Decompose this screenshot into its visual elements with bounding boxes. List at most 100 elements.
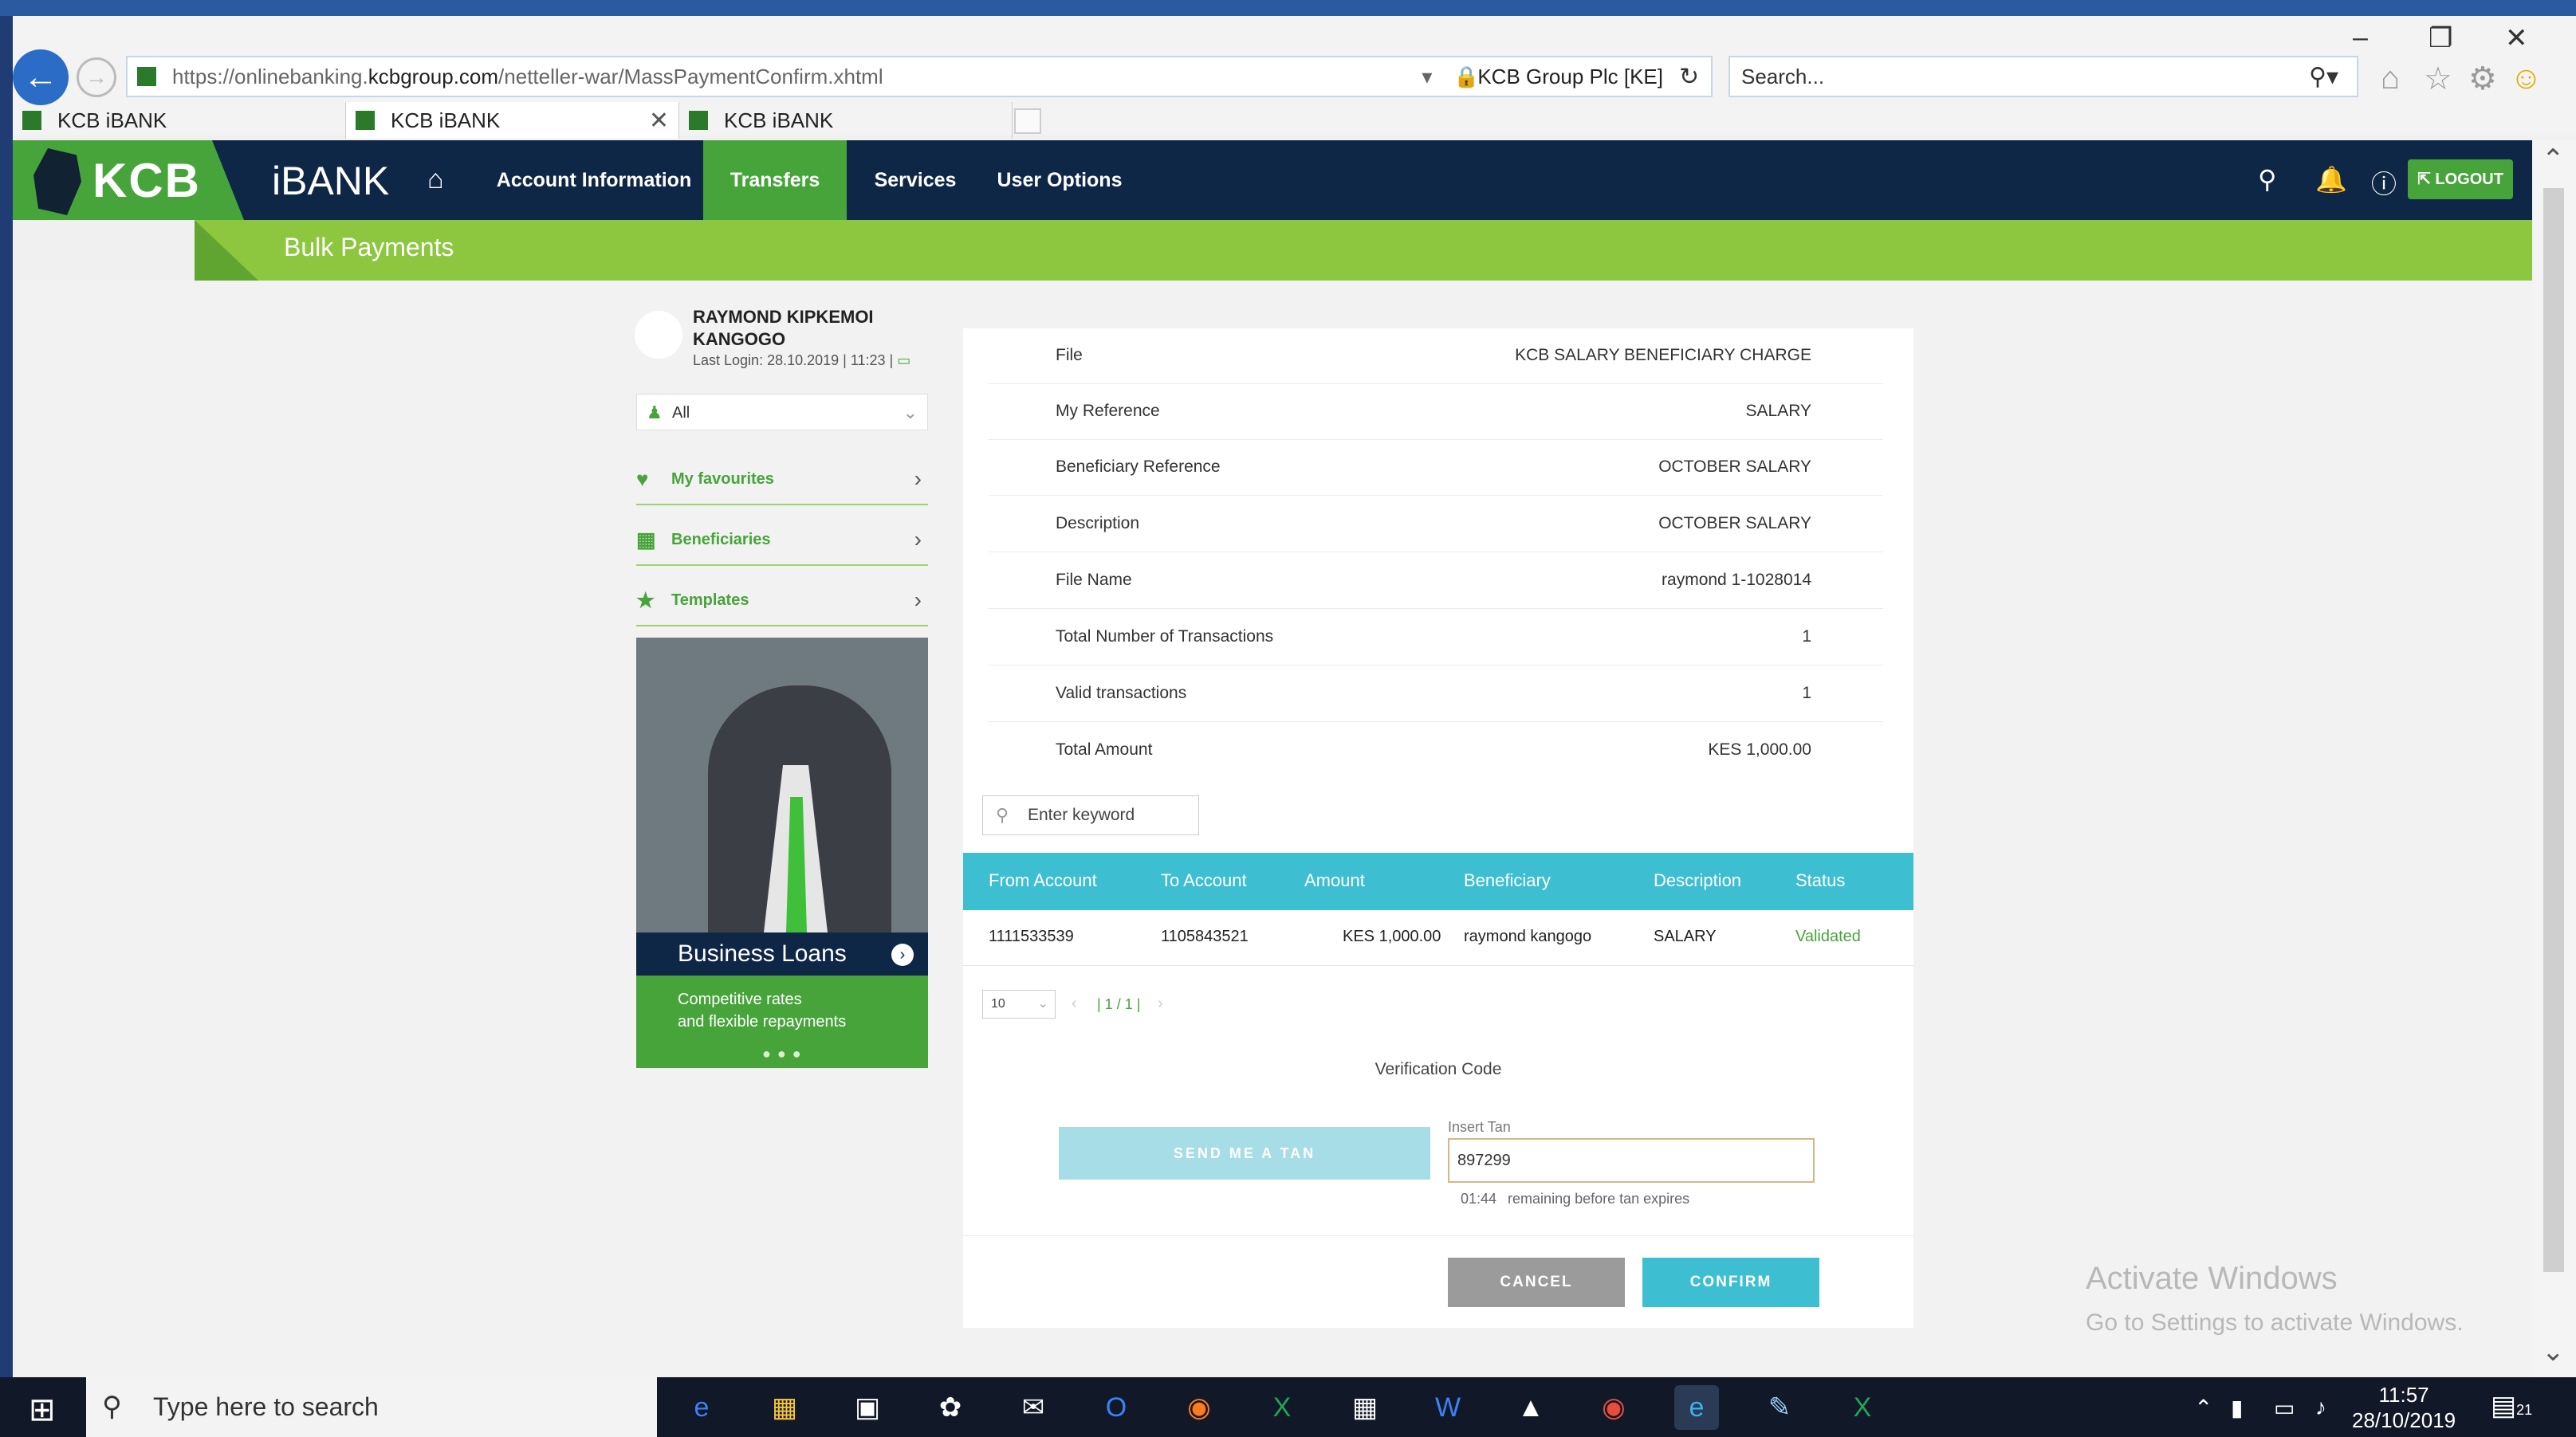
cancel-button[interactable]: CANCEL (1448, 1258, 1625, 1307)
chrome-icon[interactable]: ◉ (1591, 1385, 1636, 1430)
notepad-icon[interactable]: ✎ (1757, 1385, 1802, 1430)
smiley-icon[interactable]: ☺ (2510, 61, 2543, 96)
star-icon[interactable]: ☆ (2424, 61, 2452, 97)
browser-tab[interactable]: KCB iBANK (13, 102, 346, 139)
restore-icon[interactable]: ❐ (2429, 22, 2452, 54)
nav-account-information[interactable]: Account Information (478, 140, 710, 220)
notification-icon[interactable]: ▤21 (2491, 1390, 2532, 1422)
paint-icon[interactable]: ✿ (928, 1385, 973, 1430)
detail-row: Total Amount KES 1,000.00 (1056, 740, 1811, 759)
star-icon: ★ (636, 588, 655, 612)
column-header[interactable]: Amount (1304, 870, 1365, 891)
chevron-down-icon: ⌄ (1037, 997, 1048, 1011)
store-icon[interactable]: ▣ (845, 1385, 890, 1430)
heart-icon: ♥ (636, 467, 649, 491)
taskbar-search-input[interactable]: ⚲ Type here to search (86, 1377, 657, 1437)
column-header[interactable]: Description (1654, 870, 1741, 891)
search-icon: ⚲ (102, 1392, 122, 1422)
mail-icon[interactable]: ✉ (1011, 1385, 1056, 1430)
promo-subtitle: Competitive rates and flexible repayment… (678, 991, 847, 1031)
windows-start-icon[interactable]: ⊞ (29, 1392, 56, 1428)
column-header[interactable]: Status (1795, 870, 1845, 891)
sidebar-item-beneficiaries[interactable]: ▦ Beneficiaries › (636, 513, 928, 566)
column-header[interactable]: From Account (989, 870, 1097, 891)
excel-icon[interactable]: X (1260, 1385, 1304, 1430)
word-icon[interactable]: W (1426, 1385, 1470, 1430)
carousel-dots[interactable]: ●●● (762, 1046, 808, 1062)
edge-icon[interactable]: e (679, 1385, 724, 1430)
send-tan-button[interactable]: SEND ME A TAN (1059, 1127, 1430, 1180)
browser-tab-active[interactable]: KCB iBANK ✕ (346, 102, 679, 139)
chevron-down-icon: ⌄ (903, 402, 918, 422)
scroll-thumb[interactable] (2543, 188, 2564, 1272)
status-badge: Validated (1795, 928, 1861, 945)
outlook-icon[interactable]: O (1094, 1385, 1139, 1430)
business-loans-promo[interactable]: Business Loans › Competitive rates and f… (636, 638, 928, 1068)
detail-row: Description OCTOBER SALARY (989, 497, 1883, 552)
logout-button[interactable]: ⇱ LOGOUT (2408, 159, 2513, 199)
nav-transfers[interactable]: Transfers (703, 140, 847, 220)
detail-row: Valid transactions 1 (989, 666, 1883, 722)
back-arrow-icon[interactable]: ← (13, 49, 69, 105)
clock[interactable]: 11:57 28/10/2019 (2352, 1382, 2456, 1433)
internet-explorer-icon[interactable]: e (1674, 1385, 1719, 1430)
chevron-up-icon[interactable]: ⌃ (2542, 143, 2565, 175)
next-page-icon[interactable]: › (1158, 995, 1163, 1013)
refresh-icon[interactable]: ↻ (1679, 63, 1711, 91)
monitor-icon: ▭ (897, 352, 911, 368)
sidebar-item-favourites[interactable]: ♥ My favourites › (636, 453, 928, 505)
table-row[interactable]: 1111533539 1105843521 KES 1,000.00 raymo… (963, 910, 1913, 966)
calculator-icon[interactable]: ▦ (1343, 1385, 1387, 1430)
column-header[interactable]: Beneficiary (1464, 870, 1551, 891)
keyword-search-input[interactable]: ⚲ Enter keyword (982, 795, 1199, 835)
column-header[interactable]: To Account (1161, 870, 1247, 891)
address-url: https://onlinebanking.kcbgroup.com/nette… (172, 64, 883, 88)
account-filter-select[interactable]: ♟ All ⌄ (636, 394, 928, 430)
detail-row: My Reference SALARY (989, 384, 1883, 440)
site-identity[interactable]: KCB Group Plc [KE] (1477, 65, 1663, 89)
volume-icon[interactable]: ♪ (2315, 1395, 2326, 1420)
battery-icon[interactable]: ▮ (2231, 1395, 2243, 1421)
sidebar-item-templates[interactable]: ★ Templates › (636, 574, 928, 626)
help-icon[interactable]: ⓘ (2371, 164, 2397, 201)
user-icon: ♟ (647, 402, 663, 422)
firefox-icon[interactable]: ◉ (1177, 1385, 1221, 1430)
tan-input[interactable]: 897299 (1448, 1138, 1815, 1183)
close-icon[interactable]: ✕ (2505, 22, 2528, 54)
lock-icon[interactable]: 🔒 (1453, 65, 1479, 89)
browser-tab[interactable]: KCB iBANK (679, 102, 1013, 139)
chevron-right-icon: › (914, 527, 922, 552)
detail-row: Total Number of Transactions 1 (989, 610, 1883, 665)
search-icon[interactable]: ⚲ (2258, 164, 2276, 194)
forward-arrow-icon[interactable]: → (77, 57, 116, 97)
chevron-down-icon[interactable]: ⌄ (2542, 1336, 2565, 1368)
kcb-logo[interactable]: KCB (13, 140, 244, 220)
prev-page-icon[interactable]: ‹ (1072, 995, 1077, 1013)
scrollbar[interactable]: ⌃ ⌄ (2532, 140, 2576, 1377)
photos-icon[interactable]: ▲ (1508, 1385, 1553, 1430)
home-icon[interactable]: ⌂ (2381, 61, 2400, 96)
page-title: Bulk Payments (284, 233, 454, 261)
excel-icon[interactable]: X (1840, 1385, 1885, 1430)
address-bar[interactable]: https://onlinebanking.kcbgroup.com/nette… (126, 56, 1713, 97)
new-tab-icon[interactable] (1014, 108, 1041, 134)
network-icon[interactable]: ▭ (2274, 1395, 2295, 1421)
close-tab-icon[interactable]: ✕ (649, 107, 669, 135)
chevron-up-icon[interactable]: ⌃ (2194, 1395, 2212, 1421)
confirm-button[interactable]: CONFIRM (1642, 1258, 1819, 1307)
arrow-right-icon[interactable]: › (891, 944, 914, 966)
browser-tabs: KCB iBANK KCB iBANK ✕ KCB iBANK (13, 102, 2576, 139)
nav-services[interactable]: Services (859, 140, 971, 220)
gear-icon[interactable]: ⚙ (2468, 61, 2497, 97)
search-icon[interactable]: ⚲▾ (2309, 63, 2357, 91)
bell-icon[interactable]: 🔔 (2315, 164, 2347, 194)
nav-user-options[interactable]: User Options (992, 140, 1127, 220)
site-favicon-icon (22, 111, 41, 130)
page-size-select[interactable]: 10 ⌄ (982, 990, 1056, 1019)
home-icon[interactable]: ⌂ (427, 164, 444, 195)
chevron-down-icon[interactable]: ▾ (1422, 65, 1453, 89)
avatar[interactable] (635, 311, 682, 359)
minimize-icon[interactable]: – (2353, 22, 2368, 53)
browser-search-input[interactable]: Search... ⚲▾ (1728, 56, 2358, 97)
folder-icon[interactable]: ▦ (762, 1385, 807, 1430)
